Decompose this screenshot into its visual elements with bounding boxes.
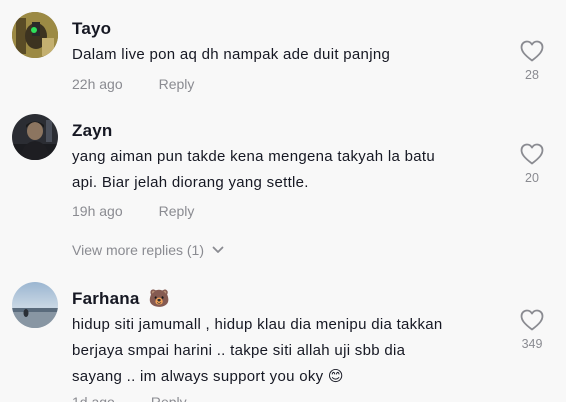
username-text: Farhana <box>72 289 140 308</box>
smile-emoji: 😊 <box>327 368 344 385</box>
view-more-replies-label: View more replies (1) <box>72 242 205 258</box>
comment-meta: 22h ago Reply <box>72 76 194 92</box>
reply-button[interactable]: Reply <box>159 203 195 219</box>
comment-line-text: sayang .. im always support you oky <box>72 368 324 385</box>
reply-button[interactable]: Reply <box>159 76 195 92</box>
comment-item: Farhana 🐻 hidup siti jamumall , hidup kl… <box>0 278 566 402</box>
comment-text: yang aiman pun takde kena mengena takyah… <box>72 144 502 196</box>
like-button[interactable]: 20 <box>518 143 546 185</box>
username[interactable]: Zayn <box>72 121 112 141</box>
comment-meta: 1d ago Reply <box>72 394 187 402</box>
comment-meta: 19h ago Reply <box>72 203 194 219</box>
heart-outline-icon <box>520 309 544 331</box>
comment-line: berjaya smpai harini .. takpe siti allah… <box>72 342 406 359</box>
bear-emoji: 🐻 <box>148 289 170 308</box>
like-button[interactable]: 28 <box>518 40 546 82</box>
timestamp: 22h ago <box>72 76 123 92</box>
timestamp: 19h ago <box>72 203 123 219</box>
like-button[interactable]: 349 <box>518 309 546 351</box>
avatar[interactable] <box>12 282 58 328</box>
comment-line: api. Biar jelah diorang yang settle. <box>72 174 309 191</box>
like-count: 28 <box>525 68 539 82</box>
like-count: 349 <box>521 337 543 351</box>
comment-list: Tayo Dalam live pon aq dh nampak ade dui… <box>0 0 566 402</box>
comment-item: Zayn yang aiman pun takde kena mengena t… <box>0 110 566 230</box>
comment-line: Dalam live pon aq dh nampak ade duit pan… <box>72 46 391 63</box>
comment-text: hidup siti jamumall , hidup klau dia men… <box>72 312 502 390</box>
avatar[interactable] <box>12 12 58 58</box>
comment-line: yang aiman pun takde kena mengena takyah… <box>72 148 435 165</box>
chevron-down-icon <box>212 246 224 253</box>
like-count: 20 <box>525 171 539 185</box>
heart-outline-icon <box>520 40 544 62</box>
heart-outline-icon <box>520 143 544 165</box>
username[interactable]: Tayo <box>72 19 111 39</box>
comment-line: hidup siti jamumall , hidup klau dia men… <box>72 316 443 333</box>
reply-button[interactable]: Reply <box>151 394 187 402</box>
username[interactable]: Farhana 🐻 <box>72 289 170 309</box>
avatar[interactable] <box>12 114 58 160</box>
comment-item: Tayo Dalam live pon aq dh nampak ade dui… <box>0 0 566 110</box>
view-more-replies-button[interactable]: View more replies (1) <box>72 242 224 258</box>
comment-line: sayang .. im always support you oky 😊 <box>72 364 502 390</box>
comment-text: Dalam live pon aq dh nampak ade duit pan… <box>72 42 502 68</box>
timestamp: 1d ago <box>72 394 115 402</box>
